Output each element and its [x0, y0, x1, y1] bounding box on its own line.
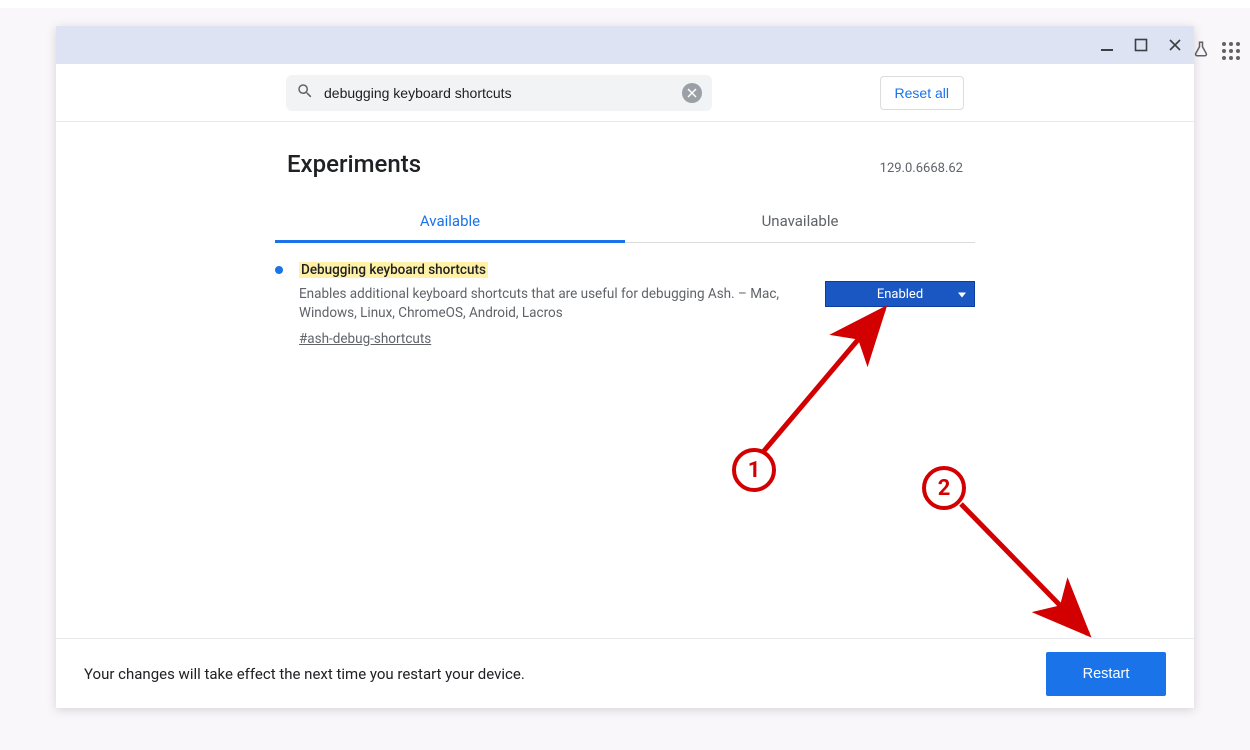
search-toolbar: Reset all — [56, 64, 1194, 122]
content-area: Experiments 129.0.6668.62 Available Unav… — [56, 122, 1194, 638]
annotation-step-1: 1 — [732, 448, 776, 492]
browser-tabstrip — [0, 0, 1250, 8]
restart-footer: Your changes will take effect the next t… — [56, 638, 1194, 708]
tabs: Available Unavailable — [275, 200, 975, 243]
tab-available[interactable]: Available — [275, 200, 625, 242]
reset-all-button[interactable]: Reset all — [880, 76, 964, 110]
browser-toolbar-right — [1192, 40, 1240, 62]
modified-dot-icon — [275, 266, 283, 274]
flag-title: Debugging keyboard shortcuts — [299, 262, 488, 278]
flag-state-select[interactable]: Enabled — [825, 281, 975, 307]
flag-description: Enables additional keyboard shortcuts th… — [299, 285, 809, 324]
labs-icon[interactable] — [1192, 40, 1210, 62]
close-button[interactable] — [1162, 32, 1188, 58]
flag-row: Debugging keyboard shortcuts Enables add… — [275, 243, 975, 349]
search-input[interactable] — [324, 85, 672, 101]
maximize-button[interactable] — [1128, 32, 1154, 58]
search-icon — [296, 82, 314, 104]
flag-state-value: Enabled — [877, 287, 923, 302]
search-box[interactable] — [286, 75, 712, 111]
tab-unavailable[interactable]: Unavailable — [625, 200, 975, 242]
page-title: Experiments — [287, 150, 421, 178]
version-label: 129.0.6668.62 — [880, 161, 963, 176]
clear-search-icon[interactable] — [682, 83, 702, 103]
restart-button[interactable]: Restart — [1046, 652, 1166, 696]
experiments-window: Reset all Experiments 129.0.6668.62 Avai… — [56, 26, 1194, 708]
flag-hash-link[interactable]: #ash-debug-shortcuts — [299, 330, 431, 350]
restart-message: Your changes will take effect the next t… — [84, 665, 525, 683]
annotation-step-2: 2 — [922, 466, 966, 510]
minimize-button[interactable] — [1094, 32, 1120, 58]
apps-icon[interactable] — [1222, 42, 1240, 60]
window-titlebar — [56, 26, 1194, 64]
